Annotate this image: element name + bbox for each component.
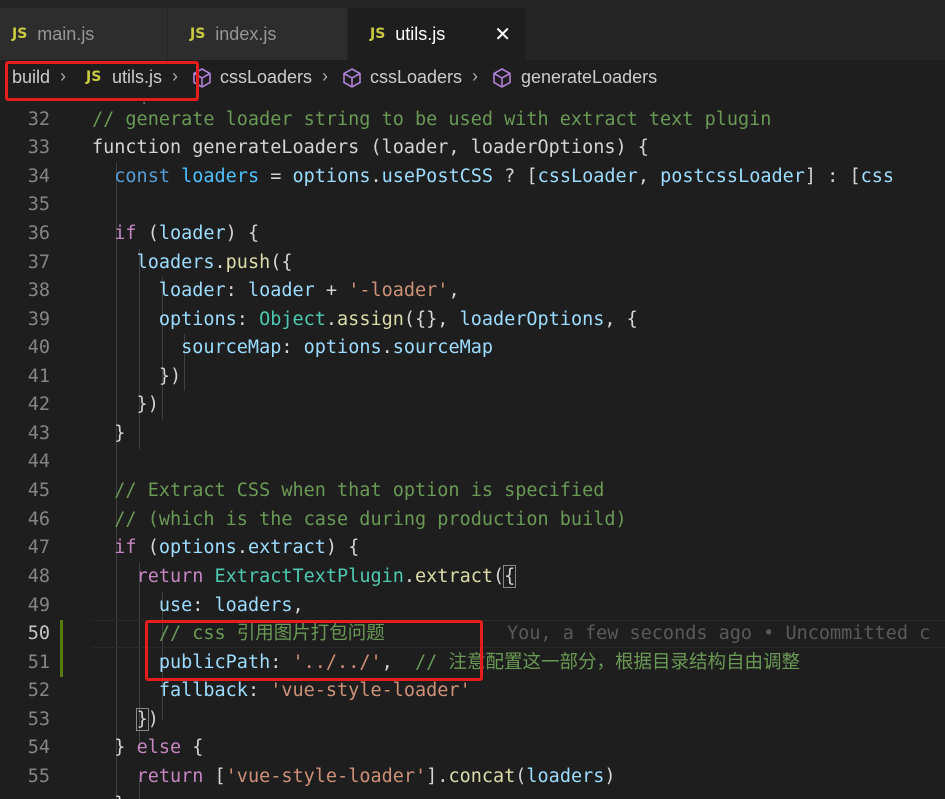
code-text: return ['vue-style-loader'].concat(loade… bbox=[136, 766, 616, 787]
code-text: } else { bbox=[92, 737, 204, 758]
code-line: 34 const loaders = options.usePostCSS ? … bbox=[0, 163, 945, 192]
highlight-box-breadcrumb bbox=[5, 61, 199, 101]
code-text: sourceMap: options.sourceMap bbox=[181, 337, 493, 358]
breadcrumb-symbol[interactable]: cssLoaders bbox=[370, 67, 462, 88]
code-text: fallback: 'vue-style-loader' bbox=[158, 680, 471, 701]
code-line: 43 } bbox=[27, 423, 126, 444]
code-line: 55 return ['vue-style-loader'].concat(lo… bbox=[0, 763, 945, 792]
code-line: 42 }) bbox=[27, 394, 159, 415]
code-text: }) bbox=[135, 708, 159, 731]
tab-main-js[interactable]: JS main.js bbox=[0, 8, 168, 60]
code-editor[interactable]: · 32// generate loader string to be used… bbox=[0, 96, 945, 799]
code-line: 47 if (options.extract) { bbox=[0, 534, 945, 563]
symbol-method-icon bbox=[343, 68, 361, 88]
git-blame-annotation: You, a few seconds ago • Uncommitted c bbox=[507, 623, 931, 644]
code-text: return ExtractTextPlugin.extract({ bbox=[136, 565, 517, 588]
code-text: if (options.extract) { bbox=[114, 537, 360, 558]
code-line: 44 bbox=[27, 451, 50, 472]
code-line: 36 if (loader) { bbox=[0, 220, 945, 249]
js-file-icon: JS bbox=[12, 26, 28, 42]
symbol-method-icon bbox=[493, 68, 511, 88]
tab-index-js[interactable]: JS index.js bbox=[168, 8, 348, 60]
code-line: 53 }) bbox=[0, 706, 945, 735]
chevron-right-icon: › bbox=[322, 66, 328, 86]
code-line: 37 loaders.push({ bbox=[0, 249, 945, 278]
breadcrumb-symbol[interactable]: generateLoaders bbox=[521, 67, 657, 88]
breadcrumb-symbol[interactable]: cssLoaders bbox=[220, 67, 312, 88]
code-line: 41 }) bbox=[27, 366, 182, 387]
code-line: 52 fallback: 'vue-style-loader' bbox=[0, 677, 945, 706]
code-line: 48 return ExtractTextPlugin.extract({ bbox=[0, 563, 945, 592]
tab-label: index.js bbox=[215, 23, 277, 44]
code-text: options: Object.assign({}, loaderOptions… bbox=[158, 309, 638, 330]
close-icon[interactable]: ✕ bbox=[494, 22, 511, 46]
code-line: 39 options: Object.assign({}, loaderOpti… bbox=[0, 306, 945, 335]
code-line: 33 function generateLoaders (loader, load… bbox=[0, 134, 945, 163]
highlight-box-publicpath bbox=[145, 620, 483, 681]
js-file-icon: JS bbox=[190, 26, 206, 42]
code-line: 45 // Extract CSS when that option is sp… bbox=[27, 480, 605, 501]
code-text: function generateLoaders (loader, loader… bbox=[92, 137, 649, 158]
code-line: 46 // (which is the case during producti… bbox=[27, 509, 627, 530]
code-line: 49 use: loaders, bbox=[0, 592, 945, 621]
chevron-right-icon: › bbox=[472, 66, 478, 86]
code-text: if (loader) { bbox=[114, 223, 260, 244]
code-line: } bbox=[0, 791, 945, 799]
code-text: loader: loader + '-loader', bbox=[158, 280, 460, 301]
js-file-icon: JS bbox=[370, 26, 386, 42]
code-line: 40 sourceMap: options.sourceMap bbox=[0, 334, 945, 363]
code-line: 32// generate loader string to be used w… bbox=[27, 109, 772, 130]
tab-utils-js[interactable]: JS utils.js ✕ bbox=[348, 8, 526, 60]
code-text: const loaders = options.usePostCSS ? [cs… bbox=[114, 166, 895, 187]
tab-label: main.js bbox=[37, 23, 95, 44]
code-text: use: loaders, bbox=[158, 595, 304, 616]
code-line: 35 bbox=[27, 194, 50, 215]
tab-label: utils.js bbox=[395, 23, 446, 44]
code-text: loaders.push({ bbox=[136, 252, 293, 273]
code-line: 54 } else { bbox=[0, 734, 945, 763]
code-line: 38 loader: loader + '-loader', bbox=[0, 277, 945, 306]
editor-tab-bar: JS main.js JS index.js JS utils.js ✕ bbox=[0, 0, 945, 60]
